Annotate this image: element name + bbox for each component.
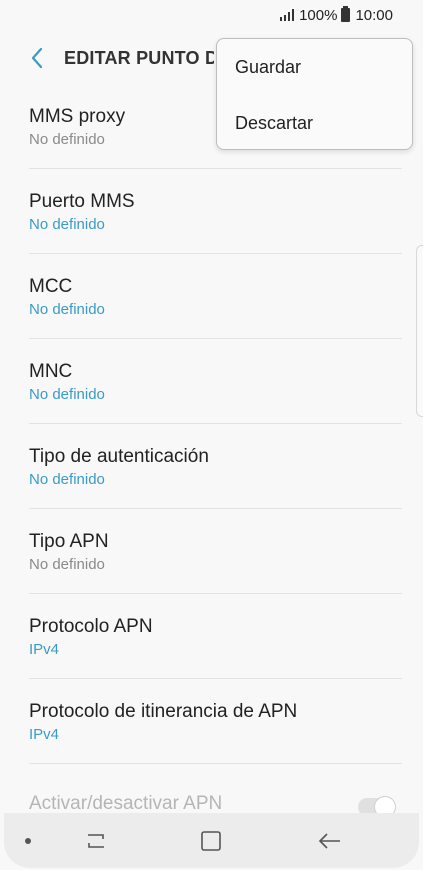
discard-menu-item[interactable]: Descartar — [217, 95, 412, 151]
status-bar: 100% 10:00 — [0, 0, 423, 30]
setting-puerto-mms[interactable]: Puerto MMS No definido — [29, 169, 402, 254]
setting-title: MNC — [29, 361, 73, 382]
setting-value: No definido — [29, 386, 105, 403]
home-icon[interactable] — [200, 830, 222, 852]
navigation-bar — [4, 813, 419, 868]
overflow-menu: Guardar Descartar — [216, 38, 413, 150]
setting-value: IPv4 — [29, 641, 60, 658]
scroll-handle[interactable] — [416, 245, 423, 417]
setting-title: Protocolo APN — [29, 616, 153, 637]
setting-value: No definido — [29, 556, 105, 573]
setting-tipo-apn[interactable]: Tipo APN No definido — [29, 509, 402, 594]
recent-apps-icon[interactable] — [84, 830, 108, 852]
setting-value: No definido — [29, 471, 105, 488]
back-button[interactable] — [22, 38, 52, 78]
setting-title: Tipo de autenticación — [29, 446, 209, 467]
setting-protocolo-itinerancia[interactable]: Protocolo de itinerancia de APN IPv4 — [29, 679, 402, 764]
battery-percent: 100% — [299, 6, 338, 24]
chevron-left-icon — [31, 47, 43, 69]
setting-value: No definido — [29, 301, 105, 318]
dot-icon — [25, 838, 31, 844]
battery-icon — [341, 6, 351, 22]
settings-list: MMS proxy No definido Puerto MMS No defi… — [0, 84, 423, 764]
save-menu-item[interactable]: Guardar — [217, 39, 412, 95]
setting-mcc[interactable]: MCC No definido — [29, 254, 402, 339]
setting-protocolo-apn[interactable]: Protocolo APN IPv4 — [29, 594, 402, 679]
back-arrow-icon[interactable] — [318, 830, 342, 852]
setting-value: No definido — [29, 216, 105, 233]
setting-title: MCC — [29, 276, 73, 297]
setting-title: Puerto MMS — [29, 191, 135, 212]
signal-icon — [280, 9, 295, 21]
setting-title: Tipo APN — [29, 531, 109, 552]
setting-value: IPv4 — [29, 726, 60, 743]
clock: 10:00 — [355, 6, 393, 24]
setting-mnc[interactable]: MNC No definido — [29, 339, 402, 424]
setting-tipo-autenticacion[interactable]: Tipo de autenticación No definido — [29, 424, 402, 509]
setting-title: Protocolo de itinerancia de APN — [29, 701, 298, 722]
page-title: EDITAR PUNTO DE ACCESO — [64, 47, 214, 68]
